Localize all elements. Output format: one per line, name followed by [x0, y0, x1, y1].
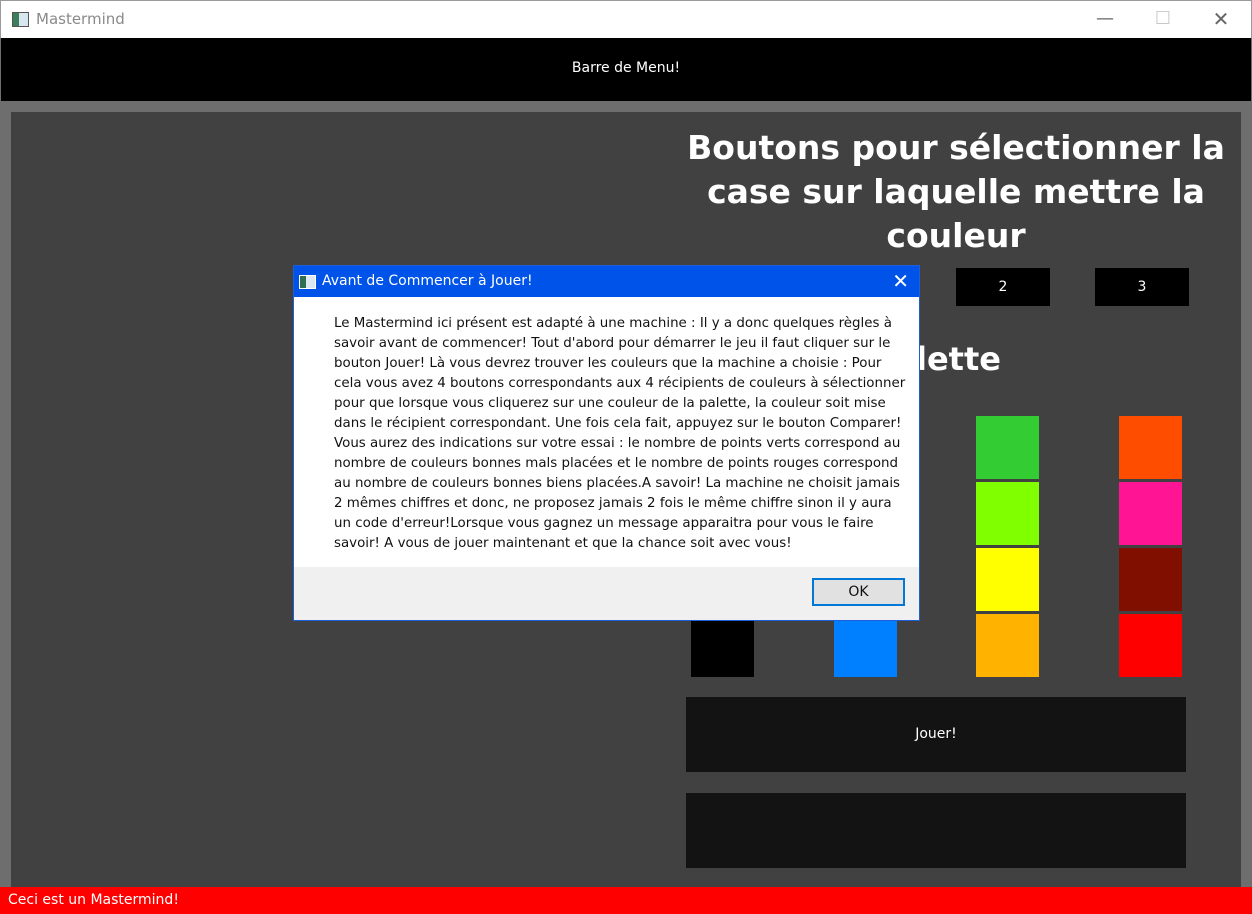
dialog-title: Avant de Commencer à Jouer! — [322, 273, 533, 289]
palette-color-orange[interactable] — [1119, 416, 1182, 479]
compare-button[interactable] — [686, 793, 1186, 868]
dialog-app-icon — [299, 275, 316, 289]
play-button[interactable]: Jouer! — [686, 697, 1186, 772]
dialog-message: Le Mastermind ici présent est adapté à u… — [334, 316, 906, 551]
minimize-icon[interactable]: — — [1076, 1, 1134, 39]
dialog-close-icon[interactable]: ✕ — [892, 269, 909, 293]
close-icon[interactable]: ✕ — [1192, 1, 1250, 39]
dialog-body: Le Mastermind ici présent est adapté à u… — [294, 297, 919, 567]
menu-bar-label: Barre de Menu! — [571, 60, 681, 76]
menu-bar[interactable]: Barre de Menu! — [1, 38, 1251, 101]
window-title: Mastermind — [36, 10, 125, 28]
palette-color-lime[interactable] — [976, 482, 1039, 545]
palette-color-blue[interactable] — [834, 614, 897, 677]
app-icon — [12, 12, 29, 27]
palette-heading: lette — [916, 340, 1001, 378]
palette-color-pink[interactable] — [1119, 482, 1182, 545]
rules-dialog: Avant de Commencer à Jouer! ✕ Le Masterm… — [293, 265, 920, 621]
ok-button[interactable]: OK — [812, 578, 905, 606]
status-text: Ceci est un Mastermind! — [8, 892, 179, 908]
palette-color-red[interactable] — [1119, 614, 1182, 677]
slot-selection-heading: Boutons pour sélectionner la case sur la… — [687, 128, 1225, 255]
slot-button-2[interactable]: 2 — [956, 268, 1050, 306]
dialog-title-bar: Avant de Commencer à Jouer! ✕ — [294, 266, 919, 297]
palette-color-maroon[interactable] — [1119, 548, 1182, 611]
maximize-icon[interactable]: ☐ — [1134, 1, 1192, 39]
palette-color-black[interactable] — [691, 614, 754, 677]
slot-button-3[interactable]: 3 — [1095, 268, 1189, 306]
palette-color-green[interactable] — [976, 416, 1039, 479]
status-bar: Ceci est un Mastermind! — [0, 887, 1252, 914]
palette-color-amber[interactable] — [976, 614, 1039, 677]
window-title-bar: Mastermind — ☐ ✕ — [0, 0, 1252, 38]
palette-color-yellow[interactable] — [976, 548, 1039, 611]
